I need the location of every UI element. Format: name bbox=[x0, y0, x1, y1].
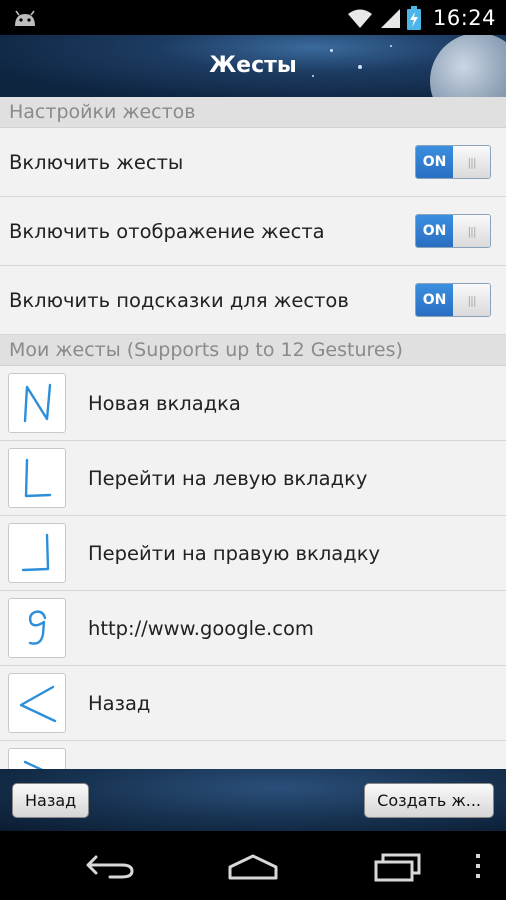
nav-back-button[interactable] bbox=[70, 831, 150, 900]
toggle-switch[interactable]: ON ||| bbox=[415, 214, 491, 248]
battery-charging-icon bbox=[406, 5, 421, 30]
gesture-label: Новая вкладка bbox=[88, 391, 241, 415]
home-icon bbox=[228, 854, 278, 879]
gesture-item-partial[interactable] bbox=[0, 741, 506, 769]
gesture-less-than-icon bbox=[8, 673, 66, 733]
gesture-item-new-tab[interactable]: Новая вкладка bbox=[0, 366, 506, 441]
gesture-label: Перейти на левую вкладку bbox=[88, 466, 368, 490]
page-title: Жесты bbox=[209, 53, 297, 78]
gesture-g-icon bbox=[8, 598, 66, 658]
toggle-on-label: ON bbox=[416, 146, 453, 178]
nav-home-button[interactable] bbox=[213, 831, 293, 900]
gesture-label: Назад bbox=[88, 691, 151, 715]
gesture-item-left-tab[interactable]: Перейти на левую вкладку bbox=[0, 441, 506, 516]
status-bar: 16:24 bbox=[0, 0, 506, 35]
overflow-menu-button[interactable] bbox=[466, 831, 490, 900]
setting-label: Включить отображение жеста bbox=[9, 219, 325, 243]
gesture-label: Перейти на правую вкладку bbox=[88, 541, 381, 565]
gestures-section-header: Мои жесты (Supports up to 12 Gestures) bbox=[0, 335, 506, 366]
toggle-knob-grip-icon: ||| bbox=[453, 284, 490, 316]
setting-show-gesture[interactable]: Включить отображение жеста ON ||| bbox=[0, 197, 506, 266]
toggle-switch[interactable]: ON ||| bbox=[415, 283, 491, 317]
gesture-item-google[interactable]: http://www.google.com bbox=[0, 591, 506, 666]
setting-gesture-hints[interactable]: Включить подсказки для жестов ON ||| bbox=[0, 266, 506, 335]
toggle-switch[interactable]: ON ||| bbox=[415, 145, 491, 179]
clock: 16:24 bbox=[432, 5, 496, 30]
system-nav-bar bbox=[0, 831, 506, 900]
gesture-reverse-l-icon bbox=[8, 523, 66, 583]
recent-apps-icon bbox=[374, 853, 421, 881]
bottom-action-bar: Назад Создать ж... bbox=[0, 769, 506, 831]
overflow-dots-icon bbox=[476, 853, 480, 878]
gesture-greater-than-icon bbox=[8, 748, 66, 769]
gesture-item-back[interactable]: Назад bbox=[0, 666, 506, 741]
toggle-knob-grip-icon: ||| bbox=[453, 215, 490, 247]
app-bar: Жесты bbox=[0, 35, 506, 97]
nav-recents-button[interactable] bbox=[358, 831, 438, 900]
setting-label: Включить жесты bbox=[9, 150, 184, 174]
content-list[interactable]: Настройки жестов Включить жесты ON ||| В… bbox=[0, 97, 506, 769]
toggle-knob-grip-icon: ||| bbox=[453, 146, 490, 178]
setting-label: Включить подсказки для жестов bbox=[9, 288, 349, 312]
toggle-on-label: ON bbox=[416, 284, 453, 316]
back-arrow-icon bbox=[86, 855, 134, 878]
wifi-icon bbox=[347, 9, 372, 28]
signal-icon bbox=[380, 8, 400, 28]
gesture-item-right-tab[interactable]: Перейти на правую вкладку bbox=[0, 516, 506, 591]
settings-section-header: Настройки жестов bbox=[0, 97, 506, 128]
toggle-on-label: ON bbox=[416, 215, 453, 247]
android-icon bbox=[15, 10, 35, 26]
create-gesture-button[interactable]: Создать ж... bbox=[364, 783, 494, 818]
gesture-n-icon bbox=[8, 373, 66, 433]
setting-enable-gestures[interactable]: Включить жесты ON ||| bbox=[0, 128, 506, 197]
back-button[interactable]: Назад bbox=[12, 783, 90, 818]
gesture-l-icon bbox=[8, 448, 66, 508]
gesture-label: http://www.google.com bbox=[88, 616, 314, 640]
